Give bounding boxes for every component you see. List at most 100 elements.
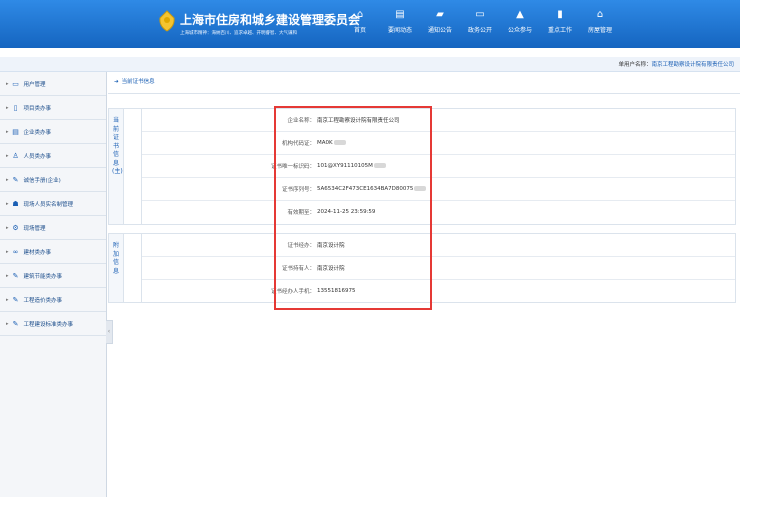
nav-item-6[interactable]: ⌂ 房屋管理 — [580, 8, 620, 42]
sidebar-item-label: 诚信手册(企业) — [23, 177, 61, 184]
info-value-text: 南京设计院 — [317, 243, 345, 249]
info-value-text: 101@XY91110105M — [317, 163, 373, 169]
nav-item-4[interactable]: ▲ 公众参与 — [500, 8, 540, 42]
info-label: 证书经办： — [287, 243, 315, 249]
info-value: MA0K — [315, 140, 346, 146]
sidebar-item-label: 工程建设标准类办事 — [23, 321, 74, 328]
sidebar-item-0[interactable]: ▸ ▭ 用户管理 — [0, 72, 106, 96]
caret-right-icon: ▸ — [6, 296, 9, 303]
top-nav: ⌂ 首页 ▤ 要闻动态 ▰ 通知公告 ▭ 政务公开 ▲ 公众参与 ▮ 重点工作 ⌂ 房屋管理 — [340, 8, 620, 42]
info-label: 企业名称： — [287, 118, 315, 124]
cert-info-rows: 企业名称： 南京工程勘察设计院有限责任公司 机构代码证： MA0K 证书唯一标识码： 10… — [142, 109, 735, 223]
cert-info-heading-cell: 当前证书信息(主) — [109, 109, 124, 224]
caret-right-icon: ▸ — [6, 248, 9, 255]
site-header: 上海市住房和城乡建设管理委员会 上海城市精神：海纳百川、追求卓越、开明睿智、大气… — [0, 0, 740, 48]
list-icon: ▤ — [12, 127, 19, 136]
info-row: 机构代码证： MA0K — [142, 132, 735, 155]
caret-right-icon: ▸ — [6, 152, 9, 159]
extra-info-rows: 证书经办： 南京设计院 证书持有人： 南京设计院 证书经办人手机： 13551816975 — [142, 234, 735, 302]
sidebar-item-label: 企业类办事 — [23, 129, 52, 136]
sidebar-item-label: 建筑节能类办事 — [23, 273, 63, 280]
wrench-icon: ✎ — [12, 271, 19, 280]
info-value: 101@XY91110105M — [315, 163, 386, 169]
file-icon: ▯ — [13, 103, 18, 112]
site-title: 上海市住房和城乡建设管理委员会 — [180, 13, 361, 27]
info-row: 证书序列号： 5A6534C2F473CE1634BA7D80075 — [142, 178, 735, 201]
site-slogan: 上海城市精神：海纳百川、追求卓越、开明睿智、大气谦和 — [180, 31, 297, 36]
building-icon: ▲ — [516, 9, 524, 20]
bookmark-icon: ▮ — [557, 9, 563, 20]
home-icon: ⌂ — [356, 9, 364, 20]
spacer-column — [124, 234, 142, 302]
sidebar-item-8[interactable]: ▸ ✎ 建筑节能类办事 — [0, 264, 106, 288]
sidebar-item-6[interactable]: ▸ ⚙ 现场管理 — [0, 216, 106, 240]
caret-right-icon: ▸ — [6, 80, 9, 87]
spacer-column — [124, 109, 142, 224]
nav-item-1[interactable]: ▤ 要闻动态 — [380, 8, 420, 42]
nav-item-2[interactable]: ▰ 通知公告 — [420, 8, 460, 42]
nav-label: 房屋管理 — [587, 27, 612, 34]
breadcrumb-current: 当前证书信息 — [121, 79, 155, 85]
sidebar-item-label: 现场管理 — [23, 225, 46, 232]
link-icon: ∞ — [12, 247, 19, 256]
user-label: 单用户名称： — [618, 62, 652, 68]
sidebar-item-label: 工程造价类办事 — [23, 297, 63, 304]
wrench-icon: ✎ — [12, 319, 19, 328]
monitor-icon: ▭ — [475, 9, 485, 20]
info-row: 证书持有人： 南京设计院 — [142, 257, 735, 280]
sidebar-item-9[interactable]: ▸ ✎ 工程造价类办事 — [0, 288, 106, 312]
pen-icon: ✎ — [12, 175, 19, 184]
monitor-icon: ▭ — [12, 79, 19, 88]
sidebar-item-5[interactable]: ▸ ☗ 现场人员实名制管理 — [0, 192, 106, 216]
nav-item-0[interactable]: ⌂ 首页 — [340, 8, 380, 42]
caret-right-icon: ▸ — [6, 128, 9, 135]
info-value-text: 2024-11-25 23:59:59 — [317, 209, 376, 215]
sidebar-item-label: 人员类办事 — [23, 153, 52, 160]
house-icon: ⌂ — [596, 9, 604, 20]
info-label: 证书经办人手机： — [270, 289, 315, 295]
sidebar-item-3[interactable]: ▸ ♙ 人员类办事 — [0, 144, 106, 168]
sidebar-item-10[interactable]: ▸ ✎ 工程建设标准类办事 — [0, 312, 106, 336]
info-value-text: 13551816975 — [317, 288, 356, 294]
sidebar-item-label: 现场人员实名制管理 — [23, 201, 74, 208]
sidebar-item-label: 用户管理 — [23, 81, 46, 88]
nav-item-5[interactable]: ▮ 重点工作 — [540, 8, 580, 42]
sidebar-item-7[interactable]: ▸ ∞ 建材类办事 — [0, 240, 106, 264]
info-value-text: MA0K — [317, 140, 333, 146]
extra-info-heading: 附加信息 — [112, 242, 119, 275]
wrench-icon: ✎ — [12, 295, 19, 304]
user-org-link[interactable]: 南京工程勘察设计院有限责任公司 — [651, 62, 734, 68]
info-row: 证书经办人手机： 13551816975 — [142, 280, 735, 302]
nav-item-3[interactable]: ▭ 政务公开 — [460, 8, 500, 42]
info-value: 南京设计院 — [315, 241, 345, 249]
person-icon: ♙ — [12, 151, 19, 160]
people-icon: ☗ — [12, 199, 19, 208]
news-icon: ▤ — [395, 9, 405, 20]
redacted-mask — [333, 140, 346, 145]
nav-label: 首页 — [353, 27, 366, 34]
emblem-logo — [159, 10, 175, 32]
caret-right-icon: ▸ — [6, 104, 9, 111]
arrow-right-icon: ➜ — [114, 79, 119, 85]
info-row: 有效期至： 2024-11-25 23:59:59 — [142, 201, 735, 223]
nav-label: 通知公告 — [427, 27, 452, 34]
caret-right-icon: ▸ — [6, 272, 9, 279]
redacted-mask — [373, 163, 386, 168]
caret-right-icon: ▸ — [6, 176, 9, 183]
info-value: 南京工程勘察设计院有限责任公司 — [315, 116, 400, 124]
sidebar-item-1[interactable]: ▸ ▯ 项目类办事 — [0, 96, 106, 120]
info-row: 证书经办： 南京设计院 — [142, 234, 735, 257]
user-info: 单用户名称：南京工程勘察设计院有限责任公司 — [618, 60, 734, 68]
sidebar-item-2[interactable]: ▸ ▤ 企业类办事 — [0, 120, 106, 144]
info-label: 有效期至： — [287, 210, 315, 216]
info-label: 证书序列号： — [281, 187, 315, 193]
info-label: 机构代码证： — [281, 141, 315, 147]
cert-info-heading: 当前证书信息(主) — [112, 117, 123, 175]
sidebar-item-4[interactable]: ▸ ✎ 诚信手册(企业) — [0, 168, 106, 192]
notice-icon: ▰ — [436, 9, 444, 20]
info-value-text: 5A6534C2F473CE1634BA7D80075 — [317, 186, 414, 192]
caret-right-icon: ▸ — [6, 320, 9, 327]
caret-right-icon: ▸ — [6, 224, 9, 231]
info-value: 13551816975 — [315, 288, 356, 294]
caret-right-icon: ▸ — [6, 200, 9, 207]
